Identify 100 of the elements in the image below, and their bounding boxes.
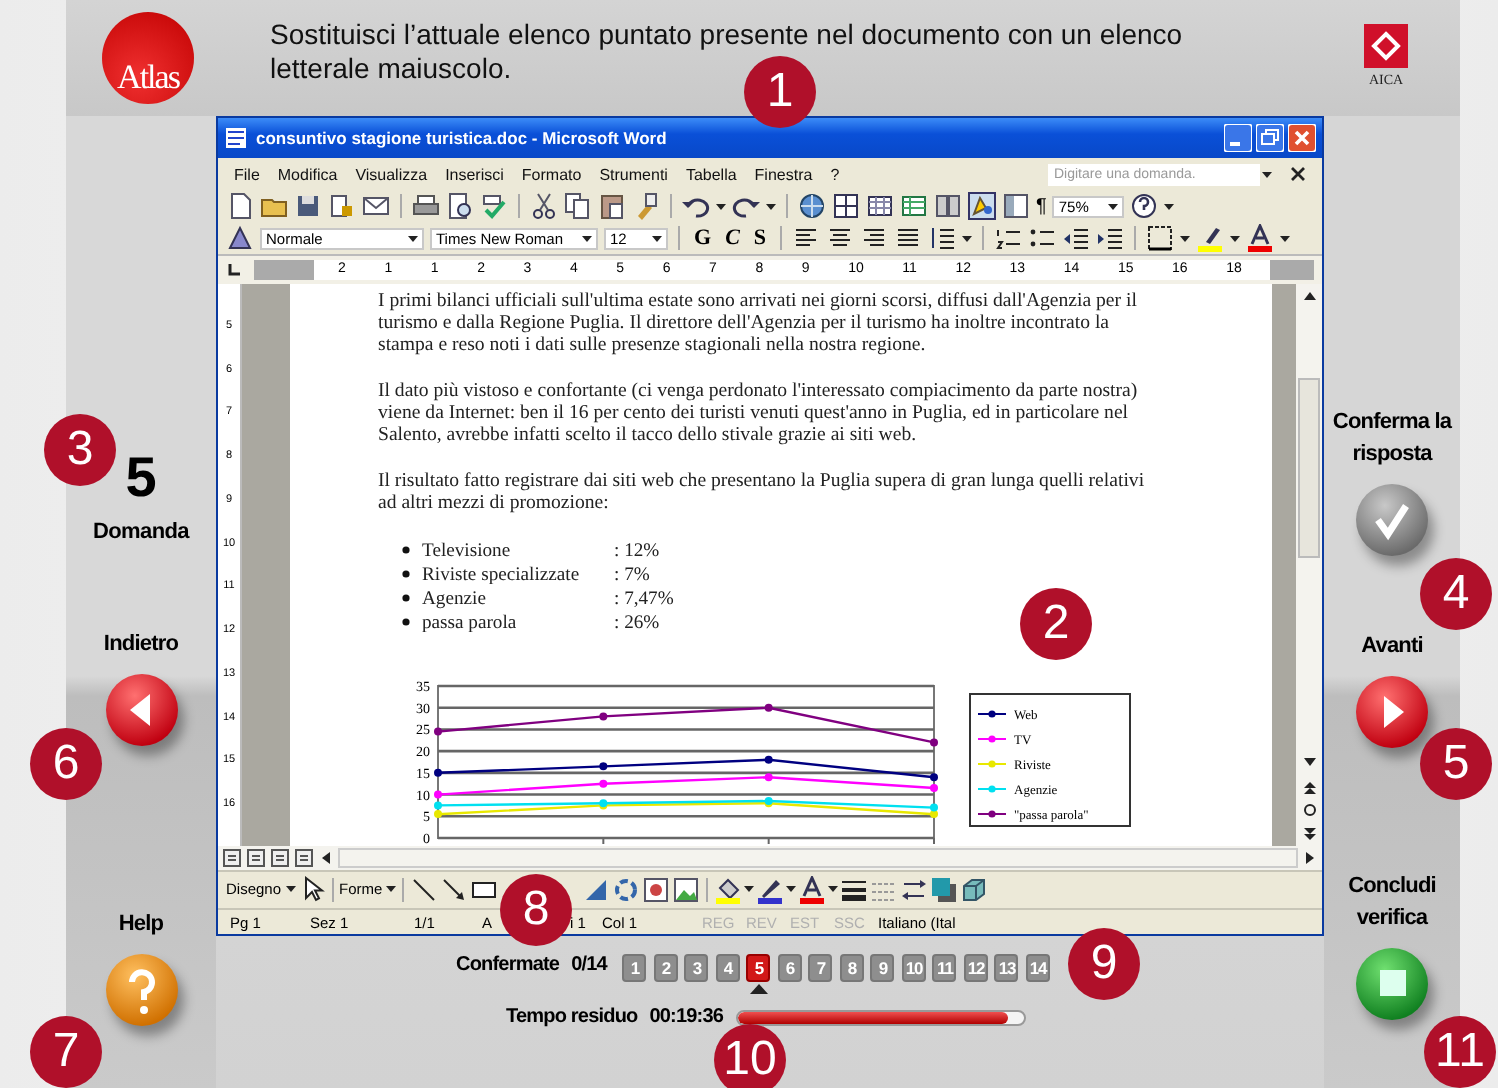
paint-bucket-icon[interactable] (714, 875, 743, 903)
slanted-shape-icon[interactable] (582, 875, 611, 903)
menu-item[interactable]: Modifica (277, 165, 338, 183)
back-arrow-button[interactable] (103, 672, 179, 748)
menu-item[interactable]: ? (830, 165, 840, 183)
stop-button[interactable] (1354, 946, 1430, 1022)
remaining-time: 00:19:36 (649, 1006, 724, 1028)
close-button[interactable] (1288, 124, 1316, 152)
next-page-icon[interactable] (1299, 824, 1319, 844)
forward-arrow-button[interactable] (1354, 674, 1430, 750)
table-icon[interactable] (866, 192, 894, 220)
dropdown-arrow-icon[interactable] (744, 886, 755, 892)
menu-item[interactable]: Inserisci (445, 165, 504, 183)
font-color-icon[interactable] (798, 875, 827, 903)
help-button[interactable] (103, 952, 179, 1028)
menu-item[interactable]: Visualizza (355, 165, 428, 183)
line-weight-icon[interactable] (840, 875, 869, 903)
dropdown-arrow-icon[interactable] (766, 203, 776, 209)
framed-picture-icon[interactable] (642, 875, 671, 903)
decrease-indent-icon[interactable] (1062, 224, 1091, 252)
align-left-icon[interactable] (792, 224, 821, 252)
pen-icon[interactable] (756, 875, 785, 903)
ring-icon[interactable] (612, 875, 641, 903)
document-map-icon[interactable] (1002, 192, 1030, 220)
data-point (434, 768, 442, 777)
data-point (764, 703, 773, 712)
paintbrush-icon[interactable] (632, 192, 660, 220)
format-button[interactable]: S (749, 226, 771, 250)
print-preview-icon[interactable] (446, 192, 474, 220)
restore-button[interactable] (1256, 124, 1284, 152)
dropdown-arrow-icon[interactable] (1230, 235, 1241, 241)
menu-item[interactable]: File (234, 165, 260, 183)
scroll-thumb[interactable] (1298, 378, 1320, 558)
outline-view-icon[interactable] (294, 848, 314, 868)
pilcrow-button[interactable]: ¶ (1036, 195, 1047, 217)
dropdown-arrow-icon[interactable] (1280, 235, 1291, 241)
landscape-picture-icon[interactable] (672, 875, 701, 903)
scroll-left-arrow-icon[interactable] (318, 848, 334, 868)
arrow-icon[interactable] (440, 875, 469, 903)
drawing-shapes-icon[interactable] (968, 192, 996, 220)
border-icon[interactable] (1146, 224, 1175, 252)
format-button[interactable]: C (721, 226, 744, 250)
font-color-icon[interactable] (1246, 224, 1275, 252)
menu-item[interactable]: Tabella (685, 165, 737, 183)
normal-view-icon[interactable] (222, 848, 242, 868)
dropdown-arrow-icon[interactable] (582, 235, 592, 241)
menu-item[interactable]: Finestra (754, 165, 813, 183)
browse-object-icon[interactable] (1299, 800, 1319, 820)
dropdown-arrow-icon[interactable] (408, 235, 418, 241)
print-view-icon[interactable] (270, 848, 290, 868)
document-icon[interactable] (226, 192, 254, 220)
web-view-icon[interactable] (246, 848, 266, 868)
double-arrow-icon[interactable] (900, 875, 929, 903)
format-button[interactable]: G (690, 226, 716, 250)
globe-icon[interactable] (798, 192, 826, 220)
scissors-icon[interactable] (530, 192, 558, 220)
increase-indent-icon[interactable] (1096, 224, 1125, 252)
checkmark-button[interactable] (1354, 482, 1430, 558)
align-right-icon[interactable] (860, 224, 889, 252)
dropdown-arrow-icon[interactable] (285, 886, 296, 892)
printer-icon[interactable] (412, 192, 440, 220)
scroll-right-arrow-icon[interactable] (1302, 848, 1318, 868)
highlighter-icon[interactable] (1196, 224, 1225, 252)
copy-icon[interactable] (564, 192, 592, 220)
vertical-scrollbar[interactable] (1296, 284, 1322, 846)
spreadsheet-icon[interactable] (900, 192, 928, 220)
dropdown-arrow-icon[interactable] (1108, 203, 1119, 209)
tab-selector-icon[interactable] (226, 262, 242, 278)
envelope-icon[interactable] (362, 192, 390, 220)
dropdown-arrow-icon[interactable] (652, 235, 662, 241)
borders-icon[interactable] (832, 192, 860, 220)
question-number-button[interactable]: 5 (746, 954, 771, 982)
dropdown-arrow-icon[interactable] (786, 886, 797, 892)
cube-icon[interactable] (960, 875, 989, 903)
previous-page-icon[interactable] (1299, 776, 1319, 796)
justify-icon[interactable] (894, 224, 923, 252)
numbered-list-icon[interactable] (994, 224, 1023, 252)
shadow-square-icon[interactable] (930, 875, 959, 903)
bulleted-list-icon[interactable] (1028, 224, 1057, 252)
columns-icon[interactable] (934, 192, 962, 220)
clipboard-icon[interactable] (598, 192, 626, 220)
dropdown-arrow-icon[interactable] (1262, 171, 1272, 177)
menu-item[interactable]: Formato (521, 165, 582, 183)
line-spacing-icon[interactable] (928, 224, 957, 252)
line-icon[interactable] (410, 875, 439, 903)
close-icon[interactable] (1290, 166, 1306, 182)
dropdown-arrow-icon[interactable] (386, 886, 397, 892)
dropdown-arrow-icon[interactable] (828, 886, 839, 892)
dropdown-arrow-icon[interactable] (716, 203, 726, 209)
bullet-icon (402, 570, 410, 578)
menu-item[interactable]: Strumenti (599, 165, 668, 183)
dropdown-arrow-icon[interactable] (1180, 235, 1191, 241)
help-icon[interactable] (1130, 192, 1159, 220)
horizontal-scrollbar[interactable] (338, 848, 1298, 868)
minimize-button[interactable] (1224, 124, 1252, 152)
align-center-icon[interactable] (826, 224, 855, 252)
progress-count: 0/14 (571, 954, 607, 976)
dropdown-arrow-icon[interactable] (962, 235, 973, 241)
dropdown-arrow-icon[interactable] (1164, 203, 1175, 209)
spell-check-icon[interactable] (480, 192, 508, 220)
